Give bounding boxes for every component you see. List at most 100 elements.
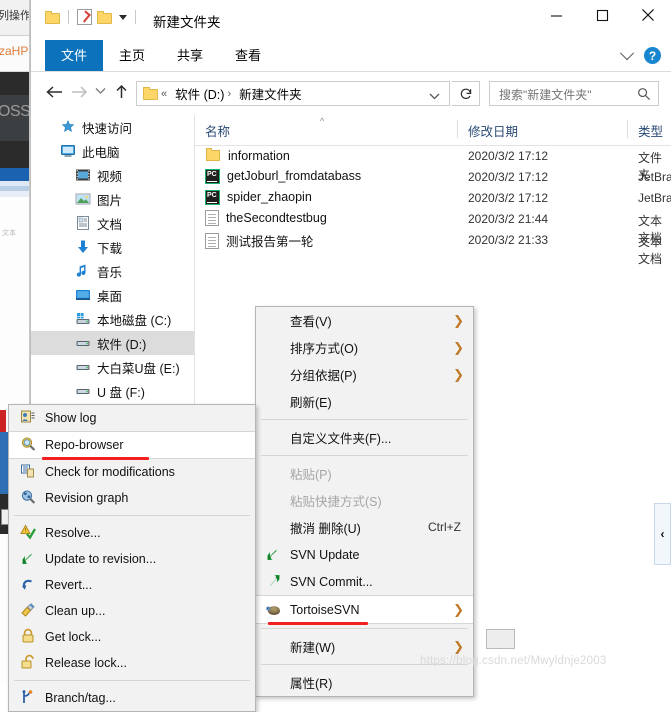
table-row[interactable]: information 2020/3/2 17:12 文件夹 — [195, 146, 671, 182]
tortoisesvn-submenu: Show log Repo-browser Check for modifica… — [8, 404, 256, 712]
submenu-item-release-lock[interactable]: Release lock... — [9, 650, 255, 676]
menu-item-view[interactable]: 查看(V) ❯ — [256, 307, 473, 334]
folder-icon[interactable] — [45, 10, 60, 24]
new-folder-icon[interactable] — [97, 10, 112, 24]
submenu-item-get-lock[interactable]: Get lock... — [9, 624, 255, 650]
sidebar-item-pictures[interactable]: 图片 — [31, 187, 194, 211]
ribbon-right-tools: ? — [619, 40, 661, 71]
breadcrumb-segment-drive[interactable]: 软件 (D:) — [175, 84, 224, 103]
submenu-item-clean-up[interactable]: Clean up... — [9, 598, 255, 624]
submenu-item-revision-graph[interactable]: Revision graph — [9, 485, 255, 511]
sidebar-label-quick-access: 快速访问 — [82, 121, 133, 136]
menu-item-undo-delete[interactable]: 撤消 删除(U) Ctrl+Z — [256, 514, 473, 541]
pycharm-icon: PC — [205, 169, 220, 184]
minimize-button[interactable] — [533, 0, 579, 30]
drive-icon — [74, 334, 92, 352]
submenu-item-branch-tag[interactable]: Branch/tag... — [9, 685, 255, 711]
recent-locations-chevron-down-icon[interactable] — [94, 84, 107, 97]
menu-item-refresh[interactable]: 刷新(E) — [256, 388, 473, 415]
breadcrumb-dropdown-chevron-down-icon[interactable] — [428, 90, 441, 104]
file-type-cell: JetBrai — [638, 170, 671, 184]
submenu-item-show-log[interactable]: Show log — [9, 405, 255, 431]
submenu-item-revert[interactable]: Revert... — [9, 572, 255, 598]
maximize-button[interactable] — [579, 0, 625, 30]
sidebar-item-quick-access[interactable]: 快速访问 — [31, 115, 194, 139]
submenu-item-resolve[interactable]: ! Resolve... — [9, 520, 255, 546]
sidebar-item-videos[interactable]: 视频 — [31, 163, 194, 187]
search-box[interactable] — [489, 81, 659, 107]
file-name-cell[interactable]: PC getJoburl_fromdatabass — [205, 168, 361, 184]
chevron-down-icon[interactable] — [619, 45, 635, 60]
tortoise-icon — [265, 601, 282, 618]
picture-icon — [74, 190, 92, 208]
up-button[interactable] — [114, 84, 129, 100]
help-icon[interactable]: ? — [644, 47, 661, 64]
sidebar-item-documents[interactable]: 文档 — [31, 211, 194, 235]
show-log-icon — [20, 409, 37, 426]
menu-item-group-by[interactable]: 分组依据(P) ❯ — [256, 361, 473, 388]
search-input[interactable] — [497, 82, 633, 107]
column-header-name[interactable]: 名称 — [205, 121, 230, 140]
ribbon-tabs: 文件 主页 共享 查看 ? — [31, 40, 671, 72]
customize-quick-access-caret-icon[interactable] — [119, 14, 127, 20]
submenu-label: Release lock... — [45, 656, 127, 670]
sidebar-label-this-pc: 此电脑 — [82, 145, 120, 160]
sidebar-label-downloads: 下载 — [97, 241, 123, 256]
breadcrumb-separator: › — [227, 87, 232, 100]
breadcrumb-overflow[interactable]: « — [161, 88, 167, 100]
file-name-label: theSecondtestbug — [226, 211, 327, 225]
search-icon[interactable] — [637, 87, 651, 104]
menu-item-svn-commit[interactable]: SVN Commit... — [256, 568, 473, 595]
background-small-label: 文本 — [2, 230, 16, 237]
tab-file[interactable]: 文件 — [45, 40, 104, 71]
close-button[interactable] — [625, 0, 671, 30]
tab-home[interactable]: 主页 — [103, 40, 161, 71]
menu-item-customize-folder[interactable]: 自定义文件夹(F)... — [256, 424, 473, 451]
sidebar-item-usb-e[interactable]: 大白菜U盘 (E:) — [31, 355, 194, 379]
music-icon — [74, 262, 92, 280]
sidebar-item-desktop[interactable]: 桌面 — [31, 283, 194, 307]
file-name-label: spider_zhaopin — [227, 190, 312, 204]
submenu-separator — [14, 515, 250, 516]
column-divider-1[interactable] — [457, 120, 458, 138]
sidebar-item-software-d[interactable]: 软件 (D:) — [31, 331, 194, 355]
sidebar-item-downloads[interactable]: 下载 — [31, 235, 194, 259]
sidebar-item-this-pc[interactable]: 此电脑 — [31, 139, 194, 163]
submenu-label: Clean up... — [45, 604, 106, 618]
properties-icon[interactable] — [77, 9, 92, 25]
file-name-cell[interactable]: 测试报告第一轮 — [205, 231, 314, 250]
breadcrumb-segment-folder[interactable]: 新建文件夹 — [239, 84, 302, 103]
preview-pane-collapse-button[interactable]: ‹ — [654, 503, 671, 565]
tab-share[interactable]: 共享 — [161, 40, 219, 71]
menu-item-svn-update[interactable]: SVN Update — [256, 541, 473, 568]
file-name-cell[interactable]: PC spider_zhaopin — [205, 189, 312, 205]
column-divider-2[interactable] — [627, 120, 628, 138]
submenu-label: Update to revision... — [45, 552, 157, 566]
sidebar-label-desktop: 桌面 — [97, 289, 123, 304]
table-row[interactable]: theSecondtestbug 2020/3/2 21:44 文本文档 — [195, 209, 671, 245]
menu-label: 粘贴(P) — [290, 468, 332, 482]
submenu-item-check-for-modifications[interactable]: Check for modifications — [9, 459, 255, 485]
refresh-button[interactable] — [452, 81, 480, 106]
table-row[interactable]: 测试报告第一轮 2020/3/2 21:33 文本文档 — [195, 230, 671, 266]
table-row[interactable]: PC getJoburl_fromdatabass 2020/3/2 17:12… — [195, 167, 671, 188]
tab-view[interactable]: 查看 — [219, 40, 277, 71]
file-name-cell[interactable]: theSecondtestbug — [205, 210, 327, 226]
table-row[interactable]: PC spider_zhaopin 2020/3/2 17:12 JetBrai — [195, 188, 671, 209]
file-name-label: getJoburl_fromdatabass — [227, 169, 362, 183]
menu-item-tortoisesvn[interactable]: TortoiseSVN ❯ — [256, 595, 473, 625]
submenu-item-update-to-revision[interactable]: Update to revision... — [9, 546, 255, 572]
column-header-type[interactable]: 类型 — [638, 121, 663, 140]
sidebar-item-music[interactable]: 音乐 — [31, 259, 194, 283]
submenu-item-repo-browser[interactable]: Repo-browser — [9, 431, 255, 460]
menu-item-properties[interactable]: 属性(R) — [256, 669, 473, 696]
breadcrumb-bar[interactable]: « 软件 (D:) › 新建文件夹 — [136, 81, 450, 106]
sidebar-item-usb-f[interactable]: U 盘 (F:) — [31, 379, 194, 403]
document-icon — [74, 214, 92, 232]
back-button[interactable] — [45, 84, 65, 100]
file-name-cell[interactable]: information — [205, 147, 290, 164]
sidebar-item-local-disk-c[interactable]: 本地磁盘 (C:) — [31, 307, 194, 331]
column-header-date[interactable]: 修改日期 — [468, 121, 518, 140]
file-date-cell: 2020/3/2 21:44 — [468, 212, 549, 226]
menu-item-sort-by[interactable]: 排序方式(O) ❯ — [256, 334, 473, 361]
